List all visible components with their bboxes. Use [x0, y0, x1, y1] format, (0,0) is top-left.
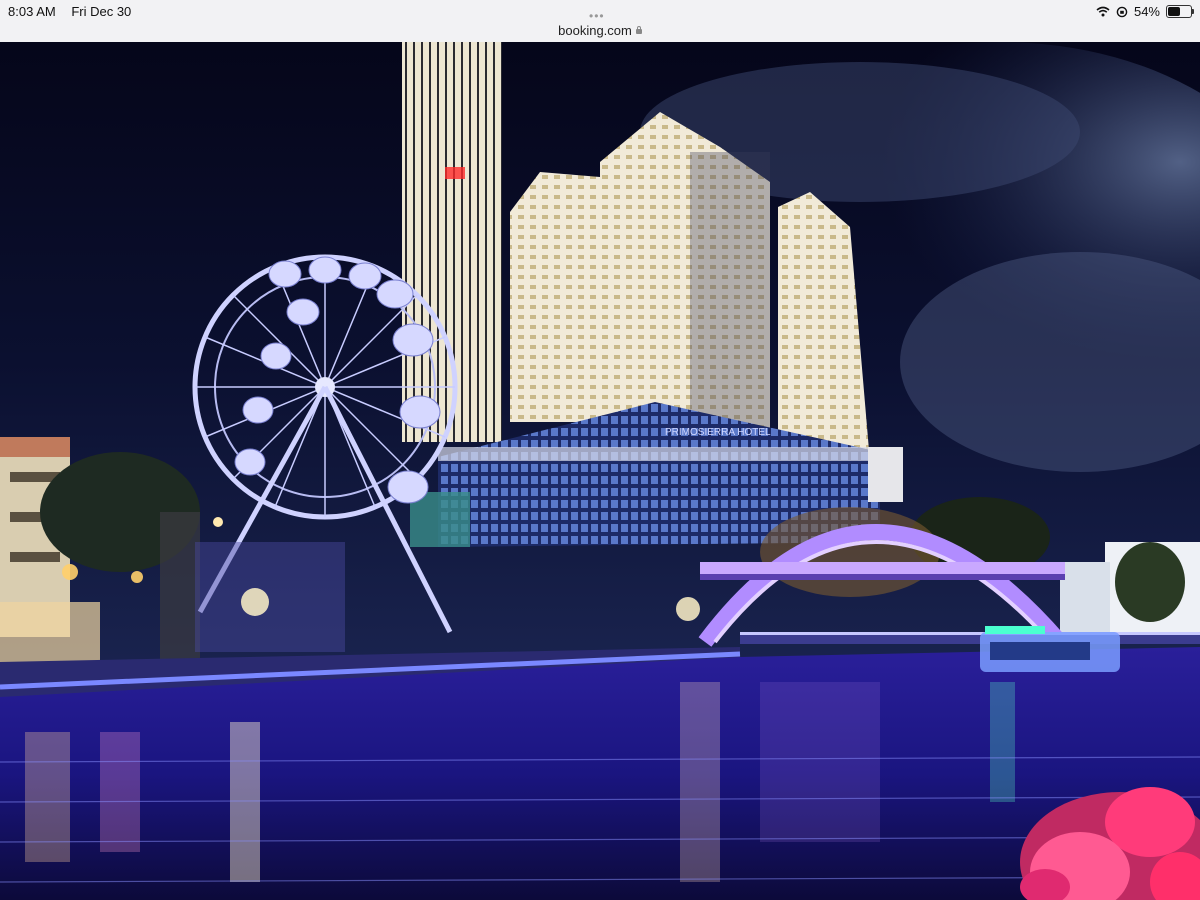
building-sign: PRIMOSIERRA HOTEL [665, 427, 771, 438]
hotel-photo[interactable]: PRIMOSIERRA HOTEL [0, 42, 1200, 900]
status-time: 8:03 AM [8, 4, 56, 19]
multitasking-dots-icon[interactable]: ••• [589, 9, 605, 23]
status-date: Fri Dec 30 [71, 4, 132, 19]
battery-percent: 54% [1133, 4, 1160, 19]
wifi-icon [1096, 6, 1110, 17]
orientation-lock-icon [1116, 6, 1128, 17]
night-river-scene: PRIMOSIERRA HOTEL [0, 42, 1200, 900]
status-bar: 8:03 AM Fri Dec 30 ••• booking.com 54% [0, 0, 1200, 42]
address-bar[interactable]: booking.com [0, 23, 1200, 38]
url-text: booking.com [558, 23, 632, 38]
lock-icon [635, 26, 642, 34]
battery-icon [1166, 5, 1194, 18]
battery-fill [1168, 7, 1180, 16]
river-boat [980, 626, 1120, 672]
